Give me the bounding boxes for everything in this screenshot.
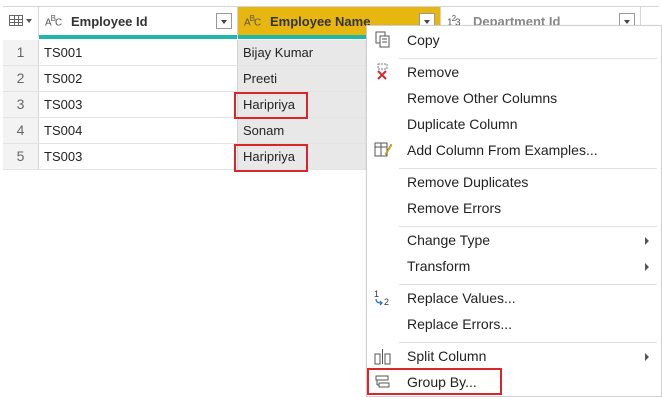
abc-type-icon[interactable]: ABC xyxy=(244,14,261,28)
column-header-label: Employee Id xyxy=(71,14,148,29)
cell-employee-id[interactable]: TS001 xyxy=(39,40,238,65)
filter-dropdown-button[interactable] xyxy=(216,13,232,29)
abc-type-icon[interactable]: ABC xyxy=(45,14,62,28)
menu-item-split-column[interactable]: Split Column xyxy=(367,343,661,369)
menu-item-label: Remove xyxy=(407,64,460,80)
menu-item-label: Split Column xyxy=(407,348,487,364)
highlight-box xyxy=(234,144,308,172)
menu-item-duplicate-column[interactable]: Duplicate Column xyxy=(367,111,661,137)
row-number: 1 xyxy=(3,40,39,65)
cell-employee-id[interactable]: TS002 xyxy=(39,66,238,91)
menu-item-transform[interactable]: Transform xyxy=(367,253,661,279)
svg-text:1: 1 xyxy=(374,289,379,299)
copy-icon xyxy=(375,31,390,48)
menu-item-remove[interactable]: Remove xyxy=(367,59,661,85)
column-header-label: Employee Name xyxy=(270,14,371,29)
column-context-menu: Copy Remove Remove Other Columns Duplica… xyxy=(366,25,662,397)
menu-item-label: Copy xyxy=(407,32,440,48)
menu-item-replace-values[interactable]: 1 2 Replace Values... xyxy=(367,285,661,311)
chevron-right-icon xyxy=(645,353,649,361)
highlight-box xyxy=(234,92,308,119)
chevron-right-icon xyxy=(645,263,649,271)
menu-item-label: Replace Errors... xyxy=(407,316,513,332)
menu-item-label: Add Column From Examples... xyxy=(407,142,598,158)
cell-employee-id[interactable]: TS003 xyxy=(39,92,238,117)
menu-item-label: Change Type xyxy=(407,232,491,248)
column-quality-bar xyxy=(39,35,237,39)
remove-column-icon xyxy=(377,63,388,80)
menu-item-label: Remove Other Columns xyxy=(407,90,558,106)
menu-item-label: Remove Duplicates xyxy=(407,174,529,190)
menu-item-add-column-from-examples[interactable]: Add Column From Examples... xyxy=(367,137,661,163)
caret-down-icon xyxy=(26,19,32,23)
menu-item-label: Duplicate Column xyxy=(407,116,518,132)
svg-text:2: 2 xyxy=(384,297,389,307)
chevron-right-icon xyxy=(645,237,649,245)
row-number: 5 xyxy=(3,144,39,169)
row-number: 4 xyxy=(3,118,39,143)
row-number: 3 xyxy=(3,92,39,117)
menu-item-remove-errors[interactable]: Remove Errors xyxy=(367,195,661,221)
menu-item-label: Remove Errors xyxy=(407,200,502,216)
menu-item-copy[interactable]: Copy xyxy=(367,27,661,53)
cell-employee-id[interactable]: TS003 xyxy=(39,144,238,169)
replace-values-icon: 1 2 xyxy=(374,289,389,307)
highlight-box xyxy=(367,368,502,395)
menu-item-replace-errors[interactable]: Replace Errors... xyxy=(367,311,661,337)
column-header-employee-id[interactable]: ABC Employee Id xyxy=(39,7,238,39)
menu-item-label: Replace Values... xyxy=(407,290,516,306)
table-icon xyxy=(9,15,23,26)
cell-employee-id[interactable]: TS004 xyxy=(39,118,238,143)
add-column-examples-icon xyxy=(374,142,393,157)
table-menu-button[interactable] xyxy=(3,7,39,37)
split-column-icon xyxy=(374,349,391,365)
row-number: 2 xyxy=(3,66,39,91)
menu-item-change-type[interactable]: Change Type xyxy=(367,227,661,253)
menu-item-remove-other-columns[interactable]: Remove Other Columns xyxy=(367,85,661,111)
menu-item-remove-duplicates[interactable]: Remove Duplicates xyxy=(367,169,661,195)
menu-item-label: Transform xyxy=(407,258,471,274)
